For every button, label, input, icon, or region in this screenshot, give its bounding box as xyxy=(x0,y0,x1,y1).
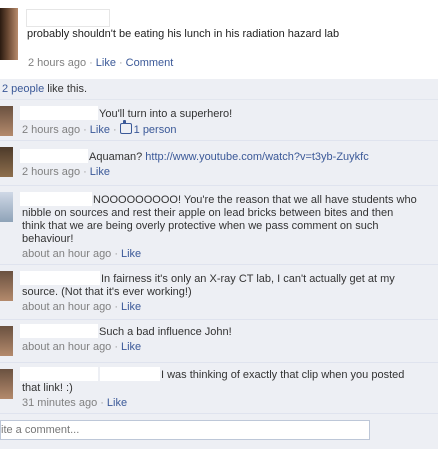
likes-suffix: like this. xyxy=(44,83,88,95)
comment-text: You'll turn into a superhero! xyxy=(99,108,233,120)
comment-text-line-1: I was thinking of exactly that clip when… xyxy=(161,369,405,381)
status-timestamp[interactable]: 2 hours ago xyxy=(28,57,86,69)
comment-item: I was thinking of exactly that clip when… xyxy=(0,363,438,414)
comment-text-line-1: In fairness it's only an X-ray CT lab, I… xyxy=(101,273,395,285)
comment-item: In fairness it's only an X-ray CT lab, I… xyxy=(0,265,438,320)
comment-item: NOOOOOOOOO! You're the reason that we al… xyxy=(0,186,438,265)
comment-meta: 2 hours ago · Like · 1 person xyxy=(22,120,177,136)
comment-text-line-1: NOOOOOOOOO! You're the reason that we al… xyxy=(93,194,417,206)
comment-like-link[interactable]: Like xyxy=(121,341,141,353)
comment-meta: about an hour ago · Like xyxy=(22,341,141,353)
comment-like-link[interactable]: Like xyxy=(90,166,110,178)
comment-like-link[interactable]: Like xyxy=(90,124,110,136)
redacted-name xyxy=(20,106,98,120)
commenter-avatar[interactable] xyxy=(0,326,13,356)
commenter-avatar[interactable] xyxy=(0,369,13,399)
thumbs-up-icon xyxy=(119,120,132,134)
separator-dot: · xyxy=(89,57,93,69)
comment-text-line-2: source. (Not that it's ever working!) xyxy=(22,286,192,298)
separator-dot: · xyxy=(114,341,118,353)
redacted-name xyxy=(20,192,92,206)
comment-like-link[interactable]: Like xyxy=(121,248,141,260)
comment-timestamp[interactable]: 2 hours ago xyxy=(22,166,80,178)
comment-timestamp[interactable]: 2 hours ago xyxy=(22,124,80,136)
separator-dot: · xyxy=(83,124,87,136)
status-like-link[interactable]: Like xyxy=(96,57,116,69)
comment-like-link[interactable]: Like xyxy=(121,301,141,313)
status-comment-link[interactable]: Comment xyxy=(126,57,174,69)
comment-meta: 31 minutes ago · Like xyxy=(22,397,127,409)
redacted-name xyxy=(20,367,98,381)
commenter-avatar[interactable] xyxy=(0,106,13,136)
comment-timestamp[interactable]: about an hour ago xyxy=(22,301,111,313)
comment-likes-count[interactable]: 1 person xyxy=(134,124,177,136)
status-post: probably shouldn't be eating his lunch i… xyxy=(0,0,445,78)
comment-item: Aquaman? http://www.youtube.com/watch?v=… xyxy=(0,141,438,186)
youtube-link[interactable]: http://www.youtube.com/watch?v=t3yb-Zuyk… xyxy=(145,151,368,163)
status-meta: 2 hours ago · Like · Comment xyxy=(28,57,173,69)
redacted-name xyxy=(20,324,98,338)
comment-text-line-3: think that we are being overly protectiv… xyxy=(22,220,379,232)
comment-text-prefix: Aquaman? xyxy=(89,151,146,163)
comment-timestamp[interactable]: 31 minutes ago xyxy=(22,397,97,409)
comment-meta: about an hour ago · Like xyxy=(22,301,141,313)
commenter-avatar[interactable] xyxy=(0,147,13,177)
separator-dot: · xyxy=(100,397,104,409)
separator-dot: · xyxy=(114,248,118,260)
commenter-avatar[interactable] xyxy=(0,192,13,222)
comment-item: You'll turn into a superhero! 2 hours ag… xyxy=(0,100,438,141)
comment-meta: 2 hours ago · Like xyxy=(22,166,110,178)
redacted-name xyxy=(26,9,110,27)
comment-text: Aquaman? http://www.youtube.com/watch?v=… xyxy=(89,151,369,164)
separator-dot: · xyxy=(83,166,87,178)
commenter-avatar[interactable] xyxy=(0,271,13,301)
comment-timestamp[interactable]: about an hour ago xyxy=(22,248,111,260)
separator-dot: · xyxy=(112,124,117,136)
separator-dot: · xyxy=(114,301,118,313)
poster-avatar[interactable] xyxy=(0,8,18,60)
likes-summary: 2 people like this. xyxy=(0,79,438,100)
separator-dot: · xyxy=(118,57,123,69)
comment-text: Such a bad influence John! xyxy=(99,326,232,338)
comment-text-line-4: behaviour! xyxy=(22,233,74,245)
comment-text-line-2: nibble on sources and rest their apple o… xyxy=(22,207,394,219)
comment-timestamp[interactable]: about an hour ago xyxy=(22,341,111,353)
write-comment-area: ite a comment... xyxy=(0,414,438,449)
redacted-name xyxy=(100,367,160,381)
comment-text-line-2: that link! :) xyxy=(22,382,73,394)
redacted-name xyxy=(20,149,88,163)
comment-input[interactable]: ite a comment... xyxy=(0,420,370,440)
likes-count-link[interactable]: 2 people xyxy=(2,83,44,95)
status-text: probably shouldn't be eating his lunch i… xyxy=(27,28,340,40)
redacted-name xyxy=(20,271,100,285)
comment-item: Such a bad influence John! about an hour… xyxy=(0,320,438,363)
comment-meta: about an hour ago · Like xyxy=(22,248,141,260)
comment-like-link[interactable]: Like xyxy=(107,397,127,409)
